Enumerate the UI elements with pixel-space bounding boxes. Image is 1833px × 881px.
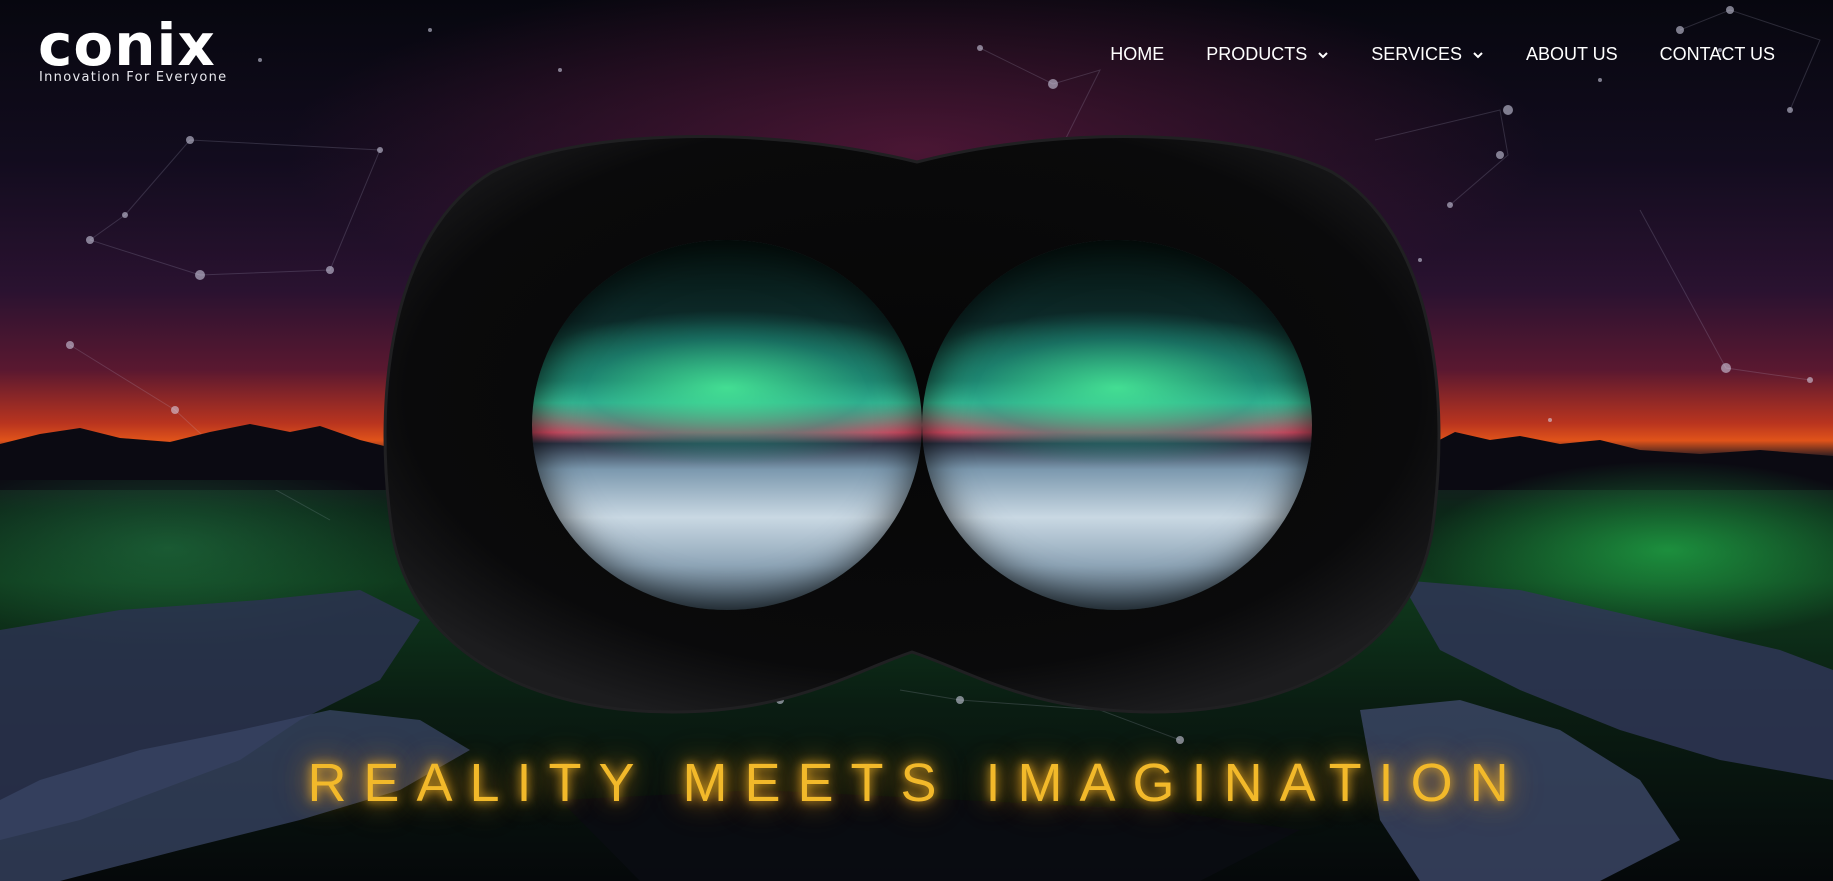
nav-item-label: PRODUCTS [1206,44,1308,64]
nav-item-label: CONTACT US [1659,44,1775,64]
nav-item-home[interactable]: HOME [1110,44,1164,65]
hero-headline: REALITY MEETS IMAGINATION [307,753,1526,813]
nav-item-label: ABOUT US [1525,44,1618,64]
aurora-lens-view-left [532,240,922,610]
lens-left [532,240,922,610]
chevron-down-icon [1473,51,1483,58]
main-menu: HOME PRODUCTS SERVICES ABOUT US CONTACT … [1068,44,1775,65]
nav-item-contact-us[interactable]: CONTACT US [1660,44,1775,65]
logo-wordmark: conix [38,11,216,79]
brand-logo[interactable]: conix Innovation For Everyone [38,14,228,94]
lens-right [922,240,1312,610]
hero-section: REALITY MEETS IMAGINATION [0,0,1833,881]
nav-item-label: HOME [1110,44,1165,64]
aurora-lens-view-right [922,240,1312,610]
logo-tagline: Innovation For Everyone [39,70,228,85]
nav-item-about-us[interactable]: ABOUT US [1526,44,1618,65]
nav-item-services[interactable]: SERVICES [1371,44,1484,65]
nav-item-products[interactable]: PRODUCTS [1206,44,1329,65]
vr-headset [372,132,1452,732]
top-navigation: conix Innovation For Everyone HOME PRODU… [0,0,1833,110]
nav-item-label: SERVICES [1371,44,1462,64]
chevron-down-icon [1318,51,1328,58]
